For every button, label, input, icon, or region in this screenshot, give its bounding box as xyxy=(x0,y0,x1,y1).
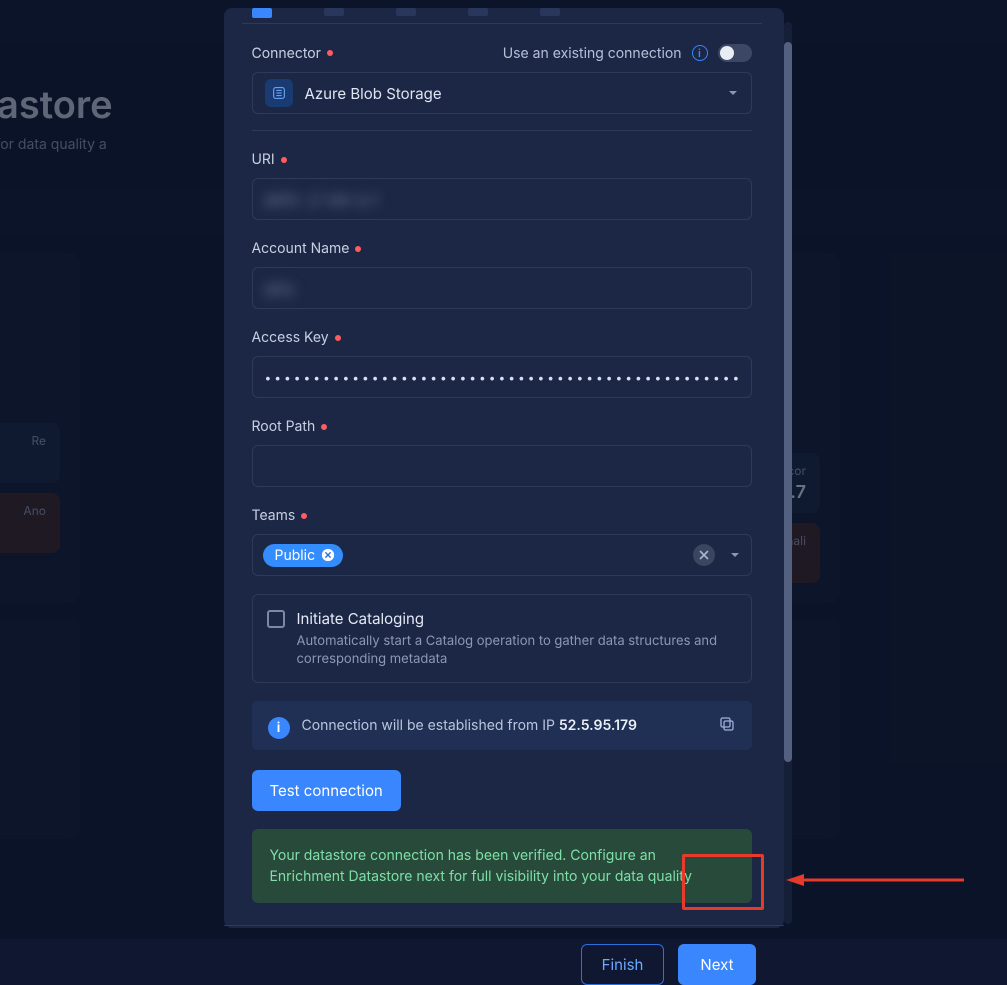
chevron-down-icon xyxy=(727,87,739,99)
test-connection-button[interactable]: Test connection xyxy=(252,770,401,811)
team-chip-public[interactable]: Public xyxy=(263,544,344,567)
uri-value: abfs :// ten a t xyxy=(265,190,379,209)
connector-value: Azure Blob Storage xyxy=(305,84,442,103)
initiate-cataloging-panel[interactable]: Initiate Cataloging Automatically start … xyxy=(252,594,752,683)
account-name-label: Account Name xyxy=(252,240,752,257)
modal-footer: Finish Next xyxy=(224,925,784,985)
connector-select[interactable]: Azure Blob Storage xyxy=(252,72,752,114)
add-datastore-modal: Connector Use an existing connection i A… xyxy=(224,8,784,928)
ip-info-panel: i Connection will be established from IP… xyxy=(252,701,752,750)
root-path-label: Root Path xyxy=(252,418,752,435)
azure-blob-icon xyxy=(265,79,293,107)
info-icon: i xyxy=(268,717,290,739)
account-name-input[interactable]: qlty xyxy=(252,267,752,309)
use-existing-toggle[interactable] xyxy=(718,44,752,62)
clear-teams-button[interactable] xyxy=(693,544,715,566)
connection-verified-message: Your datastore connection has been verif… xyxy=(252,829,752,903)
uri-label: URI xyxy=(252,151,752,168)
account-name-value: qlty xyxy=(265,279,296,298)
modal-scrollbar[interactable] xyxy=(784,22,792,924)
connector-tabs-peek xyxy=(242,8,762,24)
initiate-cataloging-desc: Automatically start a Catalog operation … xyxy=(297,632,737,668)
remove-chip-icon[interactable] xyxy=(321,548,335,562)
copy-ip-button[interactable] xyxy=(718,715,738,735)
next-button[interactable]: Next xyxy=(678,944,755,985)
use-existing-label: Use an existing connection xyxy=(503,45,682,62)
access-key-input[interactable]: ••••••••••••••••••••••••••••••••••••••••… xyxy=(252,356,752,398)
root-path-input[interactable] xyxy=(252,445,752,487)
teams-select[interactable]: Public xyxy=(252,534,752,576)
ip-value: 52.5.95.179 xyxy=(559,717,637,734)
finish-button[interactable]: Finish xyxy=(581,944,665,985)
info-icon[interactable]: i xyxy=(692,45,708,61)
initiate-cataloging-title: Initiate Cataloging xyxy=(297,609,737,628)
connector-label: Connector xyxy=(252,45,333,62)
uri-input[interactable]: abfs :// ten a t xyxy=(252,178,752,220)
access-key-label: Access Key xyxy=(252,329,752,346)
access-key-value: ••••••••••••••••••••••••••••••••••••••••… xyxy=(265,370,739,385)
annotation-arrow xyxy=(786,872,966,888)
initiate-cataloging-checkbox[interactable] xyxy=(267,610,285,628)
ip-info-text: Connection will be established from IP xyxy=(302,717,559,734)
chevron-down-icon xyxy=(729,549,741,561)
teams-label: Teams xyxy=(252,507,752,524)
modal-overlay: Connector Use an existing connection i A… xyxy=(0,0,1007,939)
